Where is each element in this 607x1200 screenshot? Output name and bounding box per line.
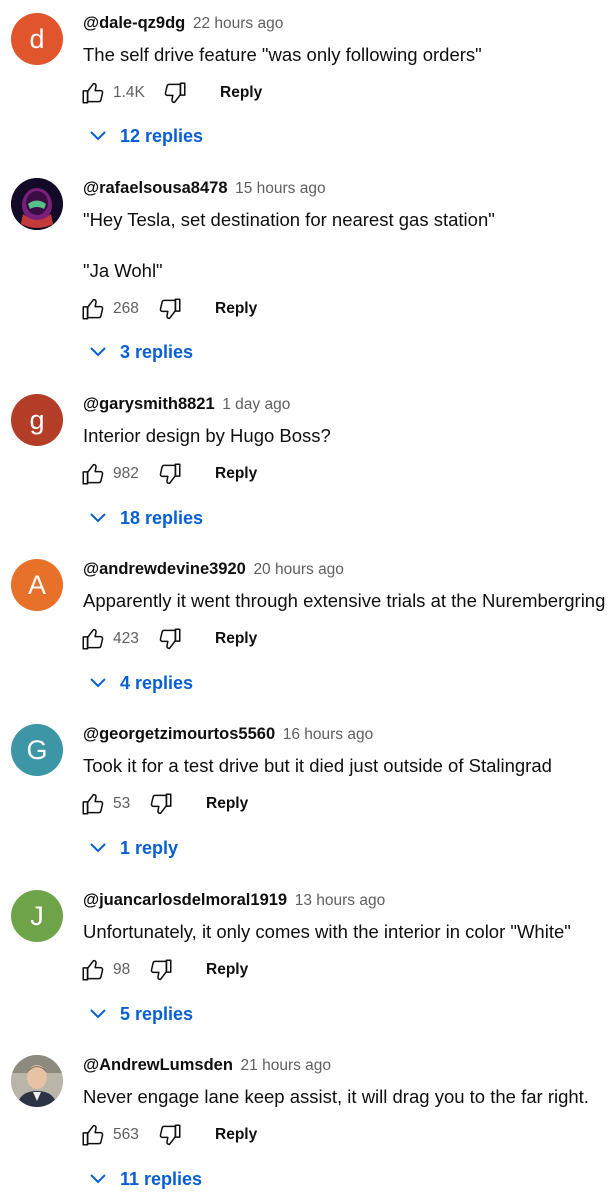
comment-item: A @andrewdevine3920 20 hours ago Apparen… [0,546,607,711]
reply-button[interactable]: Reply [215,300,257,318]
chevron-down-icon [90,678,106,688]
avatar[interactable]: G [11,724,63,776]
like-count: 268 [113,300,139,317]
comment-item: G @georgetzimourtos5560 16 hours ago Too… [0,711,607,877]
like-count: 982 [113,465,139,482]
comment-time[interactable]: 21 hours ago [241,1057,332,1074]
comment-text: The self drive feature "was only followi… [83,44,482,65]
avatar-letter: d [29,23,45,54]
view-replies-button[interactable]: 18 replies [89,505,203,531]
avatar-letter: A [27,569,46,600]
thumbs-up-icon[interactable] [80,79,106,107]
comment-header: @AndrewLumsden 21 hours ago [83,1056,331,1075]
comment-header: @juancarlosdelmoral1919 13 hours ago [83,891,385,910]
replies-count: 12 replies [120,125,204,146]
comment-text: "Ja Wohl" [83,260,163,281]
chevron-down-icon [90,347,106,357]
thumbs-up-icon[interactable] [80,790,106,818]
comment-author[interactable]: @AndrewLumsden [83,1056,233,1074]
reply-button[interactable]: Reply [220,84,262,102]
comment-author[interactable]: @dale-qz9dg [83,14,185,32]
chevron-down-icon [90,131,106,141]
replies-count: 11 replies [120,1168,203,1189]
thumbs-down-icon[interactable] [157,625,183,653]
comment-header: @georgetzimourtos5560 16 hours ago [83,725,373,744]
comment-time[interactable]: 1 day ago [222,396,290,413]
avatar[interactable] [11,1055,63,1107]
thumbs-down-icon[interactable] [162,79,188,107]
thumbs-down-icon[interactable] [148,956,174,984]
thumbs-down-icon[interactable] [157,295,183,323]
comment-author[interactable]: @rafaelsousa8478 [83,179,228,197]
thumbs-down-icon[interactable] [157,1121,183,1149]
view-replies-button[interactable]: 12 replies [89,123,203,149]
comment-author[interactable]: @garysmith8821 [83,395,215,413]
avatar-letter: g [29,404,45,435]
reply-button[interactable]: Reply [215,630,257,648]
avatar[interactable]: g [11,394,63,446]
comment-item: J @juancarlosdelmoral1919 13 hours ago U… [0,877,607,1042]
thumbs-up-icon[interactable] [80,956,106,984]
chevron-down-icon [90,1009,106,1019]
comment-text: Took it for a test drive but it died jus… [83,755,552,776]
view-replies-button[interactable]: 1 reply [89,835,178,861]
comment-text: Apparently it went through extensive tri… [83,590,606,611]
comment-header: @garysmith8821 1 day ago [83,395,290,414]
replies-count: 1 reply [120,837,179,858]
thumbs-up-icon[interactable] [80,295,106,323]
replies-count: 18 replies [120,507,204,528]
view-replies-button[interactable]: 5 replies [89,1001,193,1027]
avatar-image [11,178,63,230]
thumbs-down-icon[interactable] [148,790,174,818]
comment-author[interactable]: @georgetzimourtos5560 [83,725,275,743]
like-count: 423 [113,630,139,647]
chevron-down-icon [90,513,106,523]
replies-count: 3 replies [120,341,194,362]
chevron-down-icon [90,1174,106,1184]
comment-time[interactable]: 16 hours ago [283,726,374,743]
replies-count: 5 replies [120,1003,194,1024]
comment-item: @AndrewLumsden 21 hours ago Never engage… [0,1042,607,1200]
comment-text: Never engage lane keep assist, it will d… [83,1086,589,1107]
like-count: 98 [113,961,131,978]
reply-button[interactable]: Reply [206,795,248,813]
chevron-down-icon [90,843,106,853]
replies-count: 4 replies [120,672,194,693]
comment-item: @rafaelsousa8478 15 hours ago "Hey Tesla… [0,165,607,381]
thumbs-down-icon[interactable] [157,460,183,488]
reply-button[interactable]: Reply [215,465,257,483]
thumbs-up-icon[interactable] [80,1121,106,1149]
avatar[interactable]: d [11,13,63,65]
comment-text: Unfortunately, it only comes with the in… [83,921,571,942]
avatar[interactable] [11,178,63,230]
like-count: 563 [113,1126,139,1143]
comment-time[interactable]: 15 hours ago [235,180,326,197]
avatar[interactable]: A [11,559,63,611]
comment-time[interactable]: 20 hours ago [253,561,344,578]
thumbs-up-icon[interactable] [80,460,106,488]
view-replies-button[interactable]: 3 replies [89,339,193,365]
thumbs-up-icon[interactable] [80,625,106,653]
avatar-letter: G [26,734,48,765]
like-count: 53 [113,795,131,812]
comment-time[interactable]: 22 hours ago [193,15,284,32]
comment-header: @dale-qz9dg 22 hours ago [83,14,283,33]
comment-author[interactable]: @andrewdevine3920 [83,560,246,578]
avatar-image [11,1055,63,1107]
comment-time[interactable]: 13 hours ago [295,892,386,909]
comment-text: Interior design by Hugo Boss? [83,425,331,446]
comment-item: d @dale-qz9dg 22 hours ago The self driv… [0,0,607,165]
reply-button[interactable]: Reply [206,961,248,979]
avatar-letter: J [30,900,44,931]
comment-author[interactable]: @juancarlosdelmoral1919 [83,891,287,909]
comment-header: @rafaelsousa8478 15 hours ago [83,179,326,198]
comment-text: "Hey Tesla, set destination for nearest … [83,209,495,230]
comment-header: @andrewdevine3920 20 hours ago [83,560,344,579]
view-replies-button[interactable]: 11 replies [89,1166,202,1192]
like-count: 1.4K [113,84,145,101]
comment-item: g @garysmith8821 1 day ago Interior desi… [0,381,607,546]
reply-button[interactable]: Reply [215,1126,257,1144]
view-replies-button[interactable]: 4 replies [89,670,193,696]
avatar[interactable]: J [11,890,63,942]
